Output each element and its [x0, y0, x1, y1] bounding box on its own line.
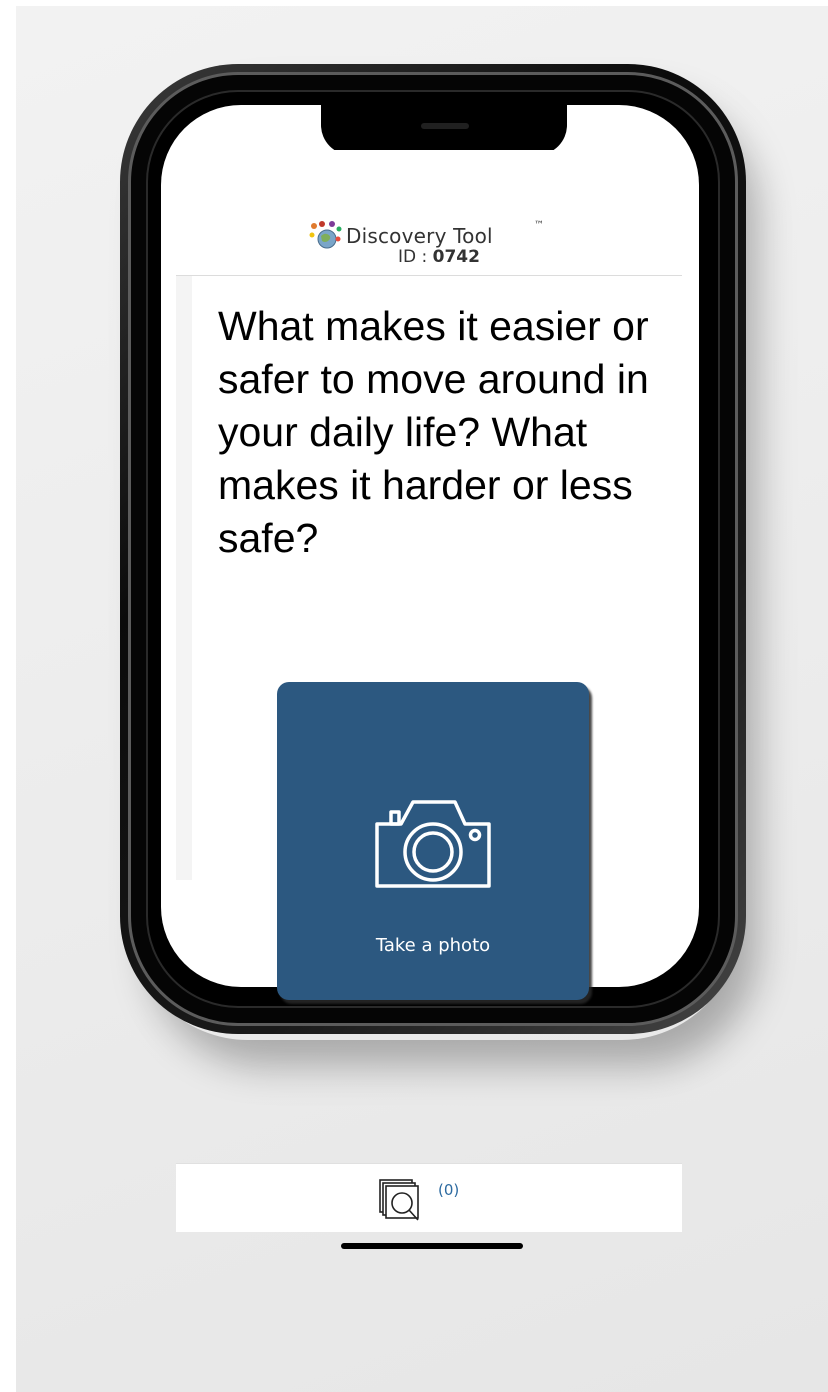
camera-icon — [375, 800, 491, 888]
home-indicator[interactable] — [341, 1243, 523, 1249]
question-prompt: What makes it easier or safer to move ar… — [218, 303, 649, 561]
id-label: ID : — [398, 247, 433, 267]
photo-gallery-icon[interactable] — [378, 1176, 430, 1226]
participant-id: ID : 0742 — [398, 247, 480, 267]
photo-count[interactable]: (0) — [438, 1181, 459, 1199]
app-header: Discovery Tool ™ ID : 0742 — [176, 150, 682, 276]
bottom-bar: (0) — [176, 1163, 682, 1232]
brand-name: Discovery Tool — [346, 224, 493, 248]
globe-people-icon — [309, 221, 342, 249]
take-photo-label: Take a photo — [375, 935, 491, 956]
trademark-symbol: ™ — [534, 220, 544, 231]
app-screen: Discovery Tool ™ ID : 0742 What makes it… — [160, 0, 698, 1392]
take-photo-button[interactable]: Take a photo — [277, 682, 589, 1000]
id-value: 0742 — [432, 247, 480, 267]
